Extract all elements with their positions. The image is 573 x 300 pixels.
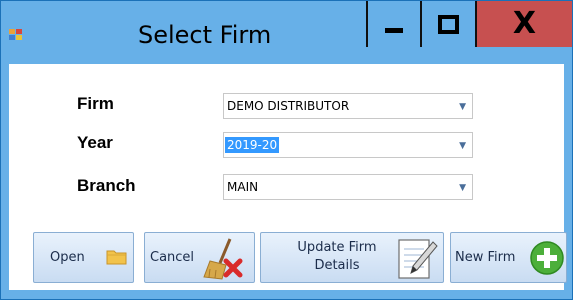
branch-label: Branch (77, 176, 136, 195)
minimize-icon (385, 27, 403, 33)
year-label: Year (77, 133, 113, 152)
form-panel: Firm DEMO DISTRIBUTOR ▼ Year 2019-20 ▼ B… (9, 64, 567, 290)
plus-circle-icon (530, 241, 564, 275)
chevron-down-icon: ▼ (459, 141, 466, 151)
maximize-icon (437, 14, 459, 34)
open-button-label: Open (50, 250, 85, 265)
update-button-label-line2: Details (314, 258, 360, 273)
title-bar[interactable]: Select Firm X (1, 1, 572, 64)
firm-value: DEMO DISTRIBUTOR (227, 99, 350, 113)
year-value: 2019-20 (225, 137, 280, 153)
notepad-pencil-icon (398, 239, 438, 279)
open-button[interactable]: Open (33, 232, 134, 283)
branch-value: MAIN (227, 180, 259, 194)
cancel-button[interactable]: Cancel (144, 232, 255, 283)
broom-cancel-icon (203, 238, 243, 280)
cancel-button-label: Cancel (150, 250, 195, 265)
close-button[interactable]: X (477, 1, 572, 47)
maximize-button[interactable] (422, 1, 474, 47)
chevron-down-icon: ▼ (459, 102, 466, 112)
update-button-label-line1: Update Firm (297, 240, 377, 255)
update-firm-details-button[interactable]: Update Firm Details (260, 232, 444, 283)
year-dropdown[interactable]: 2019-20 ▼ (223, 132, 473, 158)
app-icon (9, 29, 22, 40)
chevron-down-icon: ▼ (459, 183, 466, 193)
new-firm-button-label: New Firm (455, 250, 516, 265)
select-firm-window: Select Firm X Firm DEMO DISTRIBUTOR ▼ Ye… (0, 0, 573, 300)
minimize-button[interactable] (368, 1, 420, 47)
firm-dropdown[interactable]: DEMO DISTRIBUTOR ▼ (223, 93, 473, 119)
firm-label: Firm (77, 94, 114, 113)
folder-icon (106, 250, 127, 265)
window-title: Select Firm (138, 21, 272, 49)
close-icon: X (512, 6, 537, 41)
branch-dropdown[interactable]: MAIN ▼ (223, 174, 473, 200)
new-firm-button[interactable]: New Firm (450, 232, 567, 283)
